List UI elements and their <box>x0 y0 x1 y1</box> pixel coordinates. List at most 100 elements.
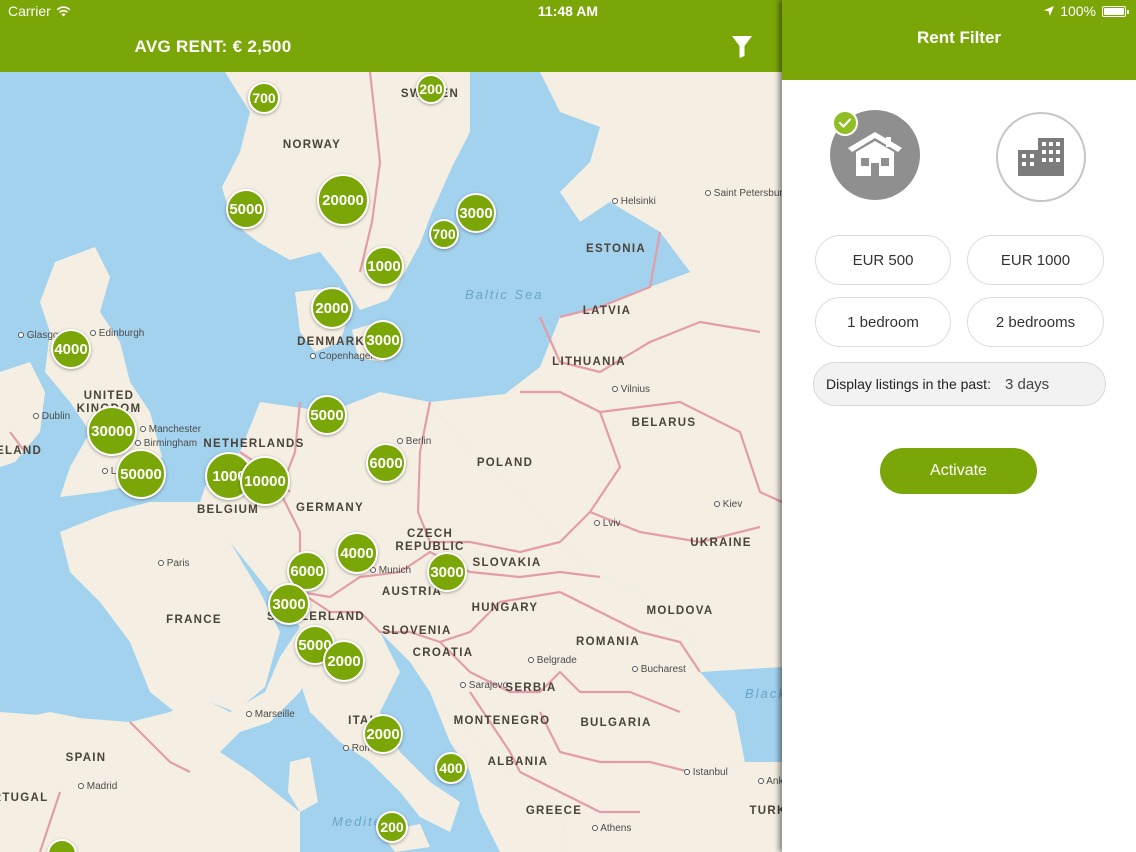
listing-period-value: 3 days <box>1004 375 1050 393</box>
country-label: SLOVENIA <box>382 625 452 637</box>
filter-button[interactable] <box>728 34 756 60</box>
location-arrow-icon <box>1044 6 1055 16</box>
country-label: HUNGARY <box>471 602 539 614</box>
listing-cluster[interactable]: 10000 <box>240 456 290 506</box>
selected-check-icon <box>832 110 858 136</box>
country-label: IRELAND <box>0 445 43 457</box>
country-label: ALBANIA <box>487 756 549 768</box>
listing-cluster[interactable]: 2000 <box>363 714 403 754</box>
apartment-building-icon <box>1018 138 1064 176</box>
avg-rent-label: AVG RENT: € 2,500 <box>134 37 292 56</box>
activate-button[interactable]: Activate <box>880 448 1037 494</box>
country-label: BULGARIA <box>580 717 652 729</box>
city-label: Birmingham <box>135 438 197 449</box>
country-label: NORWAY <box>282 139 342 151</box>
apartment-type-button[interactable] <box>996 112 1086 202</box>
city-name: Munich <box>376 565 412 576</box>
clock: 11:48 AM <box>537 3 599 19</box>
city-label: Madrid <box>78 781 117 792</box>
city-label: Dublin <box>33 411 70 422</box>
country-label: MOLDOVA <box>646 605 714 617</box>
bedroom-option-2[interactable]: 2 bedrooms <box>967 297 1104 347</box>
listing-cluster[interactable]: 400 <box>435 752 467 784</box>
city-label: Marseille <box>246 709 295 720</box>
listing-cluster[interactable]: 3000 <box>456 193 496 233</box>
country-label: LITHUANIA <box>552 356 626 368</box>
city-name: Madrid <box>84 781 118 792</box>
listing-cluster[interactable]: 200 <box>416 74 446 104</box>
city-label: Saint Petersburg <box>705 188 782 199</box>
listing-cluster[interactable]: 1000 <box>364 246 404 286</box>
country-label: GERMANY <box>296 502 364 514</box>
listing-cluster[interactable]: 2000 <box>311 287 353 329</box>
city-name: Ankara <box>766 776 782 787</box>
sea-label: Black <box>745 686 782 701</box>
listing-cluster[interactable]: 50000 <box>116 449 166 499</box>
country-label: DENMARK <box>297 336 365 348</box>
city-label: Ankara <box>758 776 782 787</box>
city-name: Vilnius <box>618 384 651 395</box>
map-screen: AVG RENT: € 2,500 Baltic Sea Blac Medite… <box>0 0 782 852</box>
city-label: Belgrade <box>528 655 577 666</box>
listing-cluster[interactable]: 5000 <box>307 395 347 435</box>
listing-cluster[interactable]: 700 <box>248 82 280 114</box>
battery-icon <box>1102 5 1129 17</box>
panel-title: Rent Filter <box>916 28 1002 47</box>
city-name: Edinburgh <box>96 328 145 339</box>
country-label: BELGIUM <box>196 504 260 516</box>
price-option-500[interactable]: EUR 500 <box>815 235 951 285</box>
city-label: Helsinki <box>612 196 656 207</box>
country-label: LATVIA <box>582 305 632 317</box>
listing-period-label: Display listings in the past: <box>826 376 991 392</box>
country-label: ESTONIA <box>585 243 647 255</box>
country-label: SPAIN <box>65 752 107 764</box>
listing-cluster[interactable]: 200 <box>376 811 408 843</box>
country-label: UKRAINE <box>690 537 752 549</box>
country-label: TURKEY <box>749 805 782 817</box>
city-label: Kiev <box>714 499 742 510</box>
bedroom-option-1[interactable]: 1 bedroom <box>815 297 951 347</box>
city-label: Bucharest <box>632 664 686 675</box>
city-label: Vilnius <box>612 384 650 395</box>
price-option-1000[interactable]: EUR 1000 <box>967 235 1104 285</box>
country-label: MONTENEGRO <box>453 715 551 727</box>
city-name: Belgrade <box>534 655 577 666</box>
city-name: Kiev <box>720 499 743 510</box>
country-label: AUSTRIA <box>381 586 443 598</box>
city-label: Copenhagen <box>310 351 376 362</box>
listing-cluster[interactable]: 30000 <box>87 406 137 456</box>
city-name: Saint Petersburg <box>711 188 782 199</box>
country-label: CZECH REPUBLIC <box>395 528 465 553</box>
listing-period-selector[interactable]: Display listings in the past: 3 days <box>813 362 1106 406</box>
listing-cluster[interactable]: 3000 <box>363 320 403 360</box>
city-name: Athens <box>598 823 632 834</box>
city-name: Marseille <box>252 709 295 720</box>
city-label: Berlin <box>397 436 431 447</box>
listing-cluster[interactable]: 700 <box>429 219 459 249</box>
status-bar: Carrier 11:48 AM 100% <box>0 0 1136 22</box>
listing-cluster[interactable]: 4000 <box>51 329 91 369</box>
listing-cluster[interactable]: 5000 <box>226 189 266 229</box>
city-name: Istanbul <box>690 767 728 778</box>
funnel-icon <box>732 36 752 58</box>
city-name: Berlin <box>403 436 432 447</box>
listing-cluster[interactable]: 4000 <box>336 532 378 574</box>
city-label: Lviv <box>594 518 621 529</box>
listing-cluster[interactable]: 3000 <box>268 583 310 625</box>
listing-cluster[interactable]: 2000 <box>323 640 365 682</box>
sea-label: Baltic Sea <box>465 287 544 302</box>
listing-cluster[interactable]: 6000 <box>366 443 406 483</box>
country-label: POLAND <box>476 457 534 469</box>
rent-filter-panel: Rent Filter EUR 500 EUR 1000 1 bedroom 2… <box>782 0 1136 852</box>
country-label: NETHERLANDS <box>203 438 305 450</box>
city-name: Helsinki <box>618 196 656 207</box>
listing-cluster[interactable]: 3000 <box>427 552 467 592</box>
city-name: Birmingham <box>141 438 198 449</box>
listing-cluster[interactable]: 20000 <box>317 174 369 226</box>
city-label: Istanbul <box>684 767 728 778</box>
map-view[interactable]: Baltic SeaBlackMediterNORWAYESTONIALATVI… <box>0 72 782 852</box>
country-label: BELARUS <box>631 417 697 429</box>
city-label: Athens <box>592 823 631 834</box>
city-name: Sarajevo <box>466 680 509 691</box>
city-label: Edinburgh <box>90 328 144 339</box>
